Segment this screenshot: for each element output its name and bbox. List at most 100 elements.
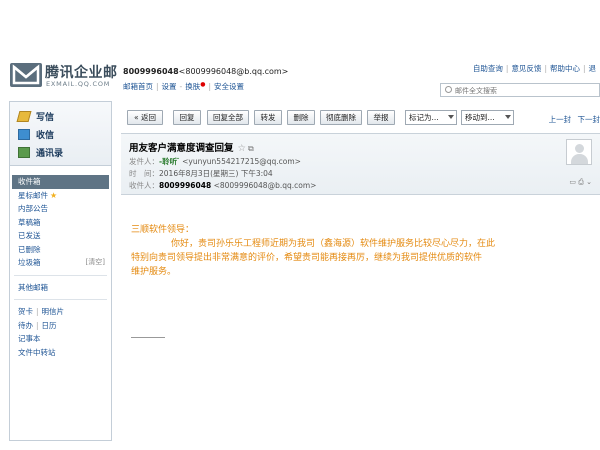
account-email: <8009996048@b.qq.com>	[178, 67, 289, 76]
time-row: 时 间：2016年8月3日(星期三) 下午3:04	[129, 168, 273, 179]
print-icon[interactable]: ⎙	[578, 178, 584, 186]
delete-button[interactable]: 删除	[287, 110, 315, 125]
divider	[14, 299, 107, 300]
chevron-down-icon	[505, 115, 511, 119]
notepad-link[interactable]: 记事本	[10, 332, 111, 346]
security-settings-link[interactable]: 安全设置	[214, 82, 244, 91]
recipient-row: 收件人：8009996048 <8009996048@b.qq.com>	[129, 180, 316, 191]
logout-link[interactable]: 退	[589, 64, 597, 73]
header-icons: ▭ ⎙ ⌄	[569, 178, 592, 187]
header: 腾讯企业邮 EXMAIL.QQ.COM 8009996048<800999604…	[0, 55, 600, 97]
receive-label: 收信	[36, 130, 55, 141]
main-panel: « 返回 回复 回复全部 转发 删除 彻底删除 举报 标记为... 移动到...…	[121, 101, 600, 441]
chevron-down-icon	[448, 115, 454, 119]
receive-button[interactable]: 收信	[10, 125, 111, 143]
calendar-link[interactable]: 日历	[42, 321, 57, 330]
top-links: 自助查询 | 意见反馈 | 帮助中心 | 退	[472, 64, 597, 73]
expand-chevron-icon[interactable]: ⌄	[586, 178, 592, 186]
sender-name[interactable]: -聆听 ̄	[159, 157, 180, 166]
logo-text: 腾讯企业邮	[45, 65, 118, 81]
greeting-card-link[interactable]: 贺卡	[18, 307, 33, 316]
search-icon	[445, 86, 452, 93]
reply-button[interactable]: 回复	[173, 110, 201, 125]
folder-spam-label: 垃圾箱	[18, 258, 41, 267]
folder-other-mailboxes[interactable]: 其他邮箱	[10, 281, 111, 295]
postcard-link[interactable]: 明信片	[42, 307, 65, 316]
message-body: 三顺软件领导： 你好，贵司孙乐乐工程师近期为我司（鑫海源）软件维护服务比较尽心尽…	[131, 223, 591, 279]
message-info-icon[interactable]: ▭	[569, 178, 576, 186]
recipient-name[interactable]: 8009996048	[159, 181, 211, 190]
back-button[interactable]: « 返回	[127, 110, 163, 125]
sidebar-actions: 写信 收信 通讯录	[10, 102, 111, 166]
avatar-body-icon	[571, 154, 588, 164]
contacts-button[interactable]: 通讯录	[10, 143, 111, 161]
new-dot-icon: ●	[200, 81, 206, 88]
folder-sent[interactable]: 已发送	[10, 229, 111, 243]
folder-announcements[interactable]: 内部公告	[10, 202, 111, 216]
change-skin-link[interactable]: 换肤	[185, 82, 200, 91]
recipient-email: <8009996048@b.qq.com>	[213, 181, 317, 190]
account-name: 8009996048	[123, 67, 179, 76]
account-line: 8009996048<8009996048@b.qq.com>	[123, 67, 288, 76]
empty-spam-link[interactable]: [清空]	[86, 256, 105, 270]
file-transfer-link[interactable]: 文件中转站	[10, 346, 111, 360]
folder-deleted[interactable]: 已删除	[10, 243, 111, 257]
address-book-icon	[18, 146, 30, 158]
time-label: 时 间：	[129, 169, 159, 178]
report-spam-button[interactable]: 举报	[367, 110, 395, 125]
avatar	[566, 139, 592, 165]
settings-link[interactable]: 设置	[162, 82, 177, 91]
folder-starred[interactable]: 星标邮件 ★	[10, 189, 111, 203]
mailbox-home-link[interactable]: 邮箱首页	[123, 82, 153, 91]
account-links: 邮箱首页 | 设置 - 换肤● | 安全设置	[123, 81, 245, 91]
mark-as-label: 标记为...	[409, 113, 439, 122]
folder-spam[interactable]: 垃圾箱 [清空]	[10, 256, 111, 270]
body-line-1: 你好，贵司孙乐乐工程师近期为我司（鑫海源）软件维护服务比较尽心尽力，在此	[171, 239, 496, 249]
move-to-select[interactable]: 移动到...	[461, 110, 514, 125]
contacts-label: 通讯录	[36, 148, 64, 159]
sender-label: 发件人：	[129, 157, 159, 166]
new-window-icon[interactable]: ⧉	[248, 144, 254, 153]
tools-row-todo: 待办 | 日历	[18, 320, 57, 330]
star-outline-icon[interactable]: ☆	[238, 143, 247, 154]
prev-message-link[interactable]: 上一封	[549, 115, 572, 124]
toolbar: « 返回 回复 回复全部 转发 删除 彻底删除 举报 标记为... 移动到...…	[121, 107, 600, 129]
pager: 上一封 下一封	[549, 114, 600, 125]
self-service-link[interactable]: 自助查询	[473, 64, 503, 73]
search-box[interactable]	[440, 83, 600, 97]
compose-button[interactable]: 写信	[10, 107, 111, 125]
signature-divider	[131, 337, 165, 338]
message-subject: 用友客户满意度调查回复 ☆ ⧉	[129, 140, 254, 154]
search-input[interactable]	[455, 85, 595, 96]
star-icon: ★	[50, 190, 58, 200]
reply-all-button[interactable]: 回复全部	[207, 110, 249, 125]
body-line-2: 特别向贵司领导提出非常满意的评价，希望贵司能再接再厉，继续为我司提供优质的软件	[131, 253, 483, 263]
recipient-label: 收件人：	[129, 181, 159, 190]
subject-text: 用友客户满意度调查回复	[129, 143, 234, 154]
logo-subtext: EXMAIL.QQ.COM	[46, 80, 111, 88]
tools-row-cards: 贺卡 | 明信片	[18, 307, 65, 316]
time-value: 2016年8月3日(星期三) 下午3:04	[159, 169, 273, 178]
pencil-icon	[16, 110, 32, 122]
folder-starred-label: 星标邮件	[18, 190, 48, 200]
feedback-link[interactable]: 意见反馈	[511, 64, 541, 73]
body-line-3: 维护服务。	[131, 267, 177, 277]
sender-email: <yunyun554217215@qq.com>	[182, 157, 301, 166]
compose-label: 写信	[36, 112, 55, 123]
folder-drafts[interactable]: 草稿箱	[10, 216, 111, 230]
inbox-icon	[18, 128, 30, 140]
mark-as-select[interactable]: 标记为...	[405, 110, 457, 125]
move-to-label: 移动到...	[465, 113, 495, 122]
delete-permanently-button[interactable]: 彻底删除	[320, 110, 362, 125]
next-message-link[interactable]: 下一封	[578, 115, 600, 124]
logo-icon[interactable]	[10, 63, 42, 87]
folder-inbox[interactable]: 收件箱	[12, 175, 109, 189]
divider	[14, 274, 107, 276]
avatar-head-icon	[575, 144, 584, 153]
sidebar: 写信 收信 通讯录 收件箱 星标邮件 ★ 内部公告 草稿箱 已发送 已删除 垃圾箱…	[9, 101, 112, 441]
help-center-link[interactable]: 帮助中心	[550, 64, 580, 73]
todo-link[interactable]: 待办	[18, 321, 33, 330]
body-greeting: 三顺软件领导：	[131, 225, 195, 235]
forward-button[interactable]: 转发	[254, 110, 282, 125]
body-paragraph: 你好，贵司孙乐乐工程师近期为我司（鑫海源）软件维护服务比较尽心尽力，在此 特别向…	[131, 237, 591, 279]
